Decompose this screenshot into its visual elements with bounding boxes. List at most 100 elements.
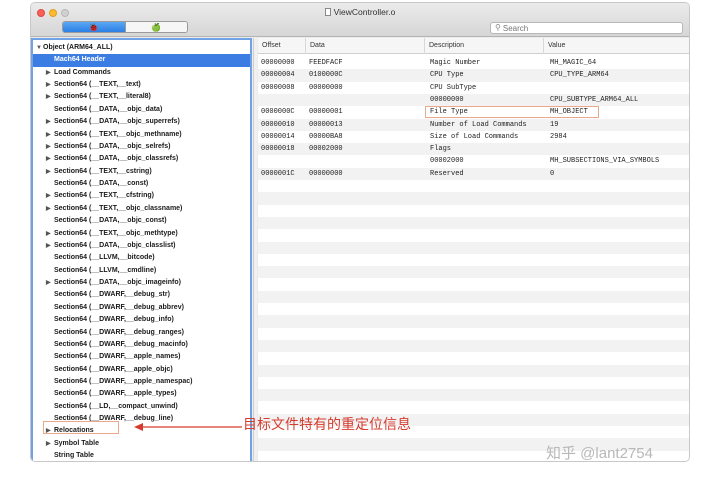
tree-item[interactable]: Section64 (__DWARF,__apple_names) [33,351,250,363]
table-row[interactable]: 00000000 CPU_SUBTYPE_ARM64_ALL [258,93,689,107]
table-cell: 0100000C [309,71,343,80]
apple-icon: 🍏 [151,22,162,32]
tree-item[interactable]: ▶ Section64 (__DATA,__objc_classlist) [33,240,250,252]
disclosure-closed-icon[interactable]: ▶ [46,67,51,79]
table-row[interactable] [258,303,689,315]
tree-item[interactable]: ▶ Section64 (__TEXT,__text) [33,79,250,91]
segment-raw-button[interactable]: 🐞 [63,22,125,32]
tree-item[interactable]: ▶ Section64 (__TEXT,__literal8) [33,91,250,103]
disclosure-open-icon[interactable]: ▼ [36,42,42,54]
table-cell: CPU_SUBTYPE_ARM64_ALL [550,95,639,104]
column-header[interactable]: Description [424,38,543,54]
table-row[interactable] [258,216,689,230]
tree-item[interactable]: Section64 (__DWARF,__debug_abbrev) [33,302,250,314]
tree-item[interactable]: ▶ Load Commands [33,67,250,79]
table-row[interactable] [258,328,689,340]
tree-item[interactable]: Section64 (__DATA,__objc_data) [33,104,250,116]
tree-item[interactable]: ▶ Section64 (__DATA,__objc_selrefs) [33,141,250,153]
table-row[interactable]: 00000010 00000013 Number of Load Commands 1… [258,118,689,131]
disclosure-closed-icon[interactable]: ▶ [46,129,51,141]
tree-item[interactable]: Section64 (__DATA,__objc_const) [33,215,250,227]
table-cell: 00000001 [309,108,343,117]
tree-item[interactable]: Section64 (__LLVM,__bitcode) [33,252,250,264]
tree-item[interactable]: Section64 (__DWARF,__apple_objc) [33,364,250,376]
tree-item[interactable]: String Table [33,450,250,461]
tree-item[interactable]: ▶ Section64 (__DATA,__objc_imageinfo) [33,277,250,289]
tree-item[interactable]: Mach64 Header [33,54,250,67]
tree-item[interactable]: Section64 (__DWARF,__debug_str) [33,289,250,301]
table-row[interactable] [258,315,689,328]
table-row[interactable] [258,364,689,377]
tree-item[interactable]: ▶ Section64 (__TEXT,__cstring) [33,166,250,178]
table-row[interactable] [258,339,689,353]
disclosure-closed-icon[interactable]: ▶ [46,91,51,103]
table-row[interactable] [258,266,689,279]
tree-item[interactable]: Section64 (__DWARF,__debug_macinfo) [33,339,250,351]
tree-item[interactable]: ▶ Section64 (__TEXT,__objc_methtype) [33,228,250,240]
column-header[interactable]: Value [543,38,689,54]
disclosure-closed-icon[interactable]: ▶ [46,240,51,252]
tree-item[interactable]: Section64 (__DWARF,__debug_ranges) [33,327,250,339]
table-row[interactable]: 00000004 0100000C CPU Type CPU_TYPE_ARM64 [258,69,689,82]
tree-item[interactable]: Section64 (__DWARF,__debug_info) [33,314,250,326]
table-row[interactable] [258,278,689,290]
tree-item[interactable]: Section64 (__DATA,__const) [33,178,250,190]
table-row[interactable] [258,180,689,192]
tree-item[interactable]: ▶ Section64 (__TEXT,__objc_classname) [33,203,250,215]
table-cell: 00002000 [430,157,464,166]
disclosure-closed-icon[interactable]: ▶ [46,190,51,202]
column-header[interactable]: Data [305,38,424,54]
search-field[interactable]: ⚲ [490,22,683,34]
tree-item[interactable]: Section64 (__DWARF,__apple_namespac) [33,376,250,388]
disclosure-closed-icon[interactable]: ▶ [46,141,51,153]
tree-item-label: Section64 (__DWARF,__apple_namespac) [54,377,193,385]
table-row[interactable]: 00000000 FEEDFACF Magic Number MH_MAGIC_64 [258,57,689,69]
disclosure-closed-icon[interactable]: ▶ [46,438,51,450]
relocations-highlight-box [43,421,119,434]
split-view-divider[interactable] [253,38,257,461]
table-row[interactable] [258,401,689,413]
table-row[interactable]: 00000008 00000000 CPU SubType [258,82,689,94]
tree-item-label: Section64 (__TEXT,__cfstring) [54,192,154,200]
tree-item[interactable]: Section64 (__DWARF,__apple_types) [33,388,250,400]
tree-item[interactable]: ▶ Section64 (__TEXT,__cfstring) [33,190,250,202]
search-input[interactable] [502,23,653,33]
table-cell: 2984 [550,132,567,141]
disclosure-closed-icon[interactable]: ▶ [46,116,51,128]
tree-item[interactable]: Section64 (__LD,__compact_unwind) [33,401,250,413]
table-row[interactable]: 0000001C 00000000 Reserved 0 [258,167,689,180]
tree-item-label: Section64 (__DWARF,__debug_abbrev) [54,303,184,311]
disclosure-closed-icon[interactable]: ▶ [46,166,51,178]
table-row[interactable] [258,389,689,402]
disclosure-closed-icon[interactable]: ▶ [46,228,51,240]
table-row[interactable] [258,192,689,205]
tree-item-label: Section64 (__LLVM,__bitcode) [54,254,155,262]
table-row[interactable] [258,205,689,217]
disclosure-closed-icon[interactable]: ▶ [46,79,51,91]
disclosure-closed-icon[interactable]: ▶ [46,153,51,165]
tree-item-label: Section64 (__DATA,__objc_classlist) [54,241,176,249]
table-row[interactable] [258,229,689,241]
table-row[interactable] [258,377,689,389]
tree-item[interactable]: ▼ Object (ARM64_ALL) [33,42,250,54]
table-cell: Reserved [430,169,464,178]
column-header[interactable]: Offset [258,38,305,54]
tree-item[interactable]: Section64 (__LLVM,__cmdline) [33,265,250,277]
tree-item[interactable]: ▶ Symbol Table [33,438,250,450]
table-row[interactable] [258,254,689,266]
tree-item[interactable]: ▶ Section64 (__TEXT,__objc_methname) [33,129,250,141]
disclosure-closed-icon[interactable]: ▶ [46,203,51,215]
disclosure-closed-icon[interactable]: ▶ [46,277,51,289]
table-row[interactable] [258,241,689,254]
tree-item-label: Section64 (__DWARF,__apple_types) [54,390,177,398]
tree-item-label: Section64 (__DATA,__objc_superrefs) [54,118,180,126]
table-row[interactable]: 00000018 00002000 Flags [258,143,689,156]
table-row[interactable]: 00000014 00000BA8 Size of Load Commands 298… [258,131,689,143]
tree-item[interactable]: ▶ Section64 (__DATA,__objc_superrefs) [33,116,250,128]
table-row[interactable] [258,352,689,364]
table-row[interactable]: 00002000 MH_SUBSECTIONS_VIA_SYMBOLS [258,155,689,167]
table-row[interactable] [258,290,689,303]
tree-item[interactable]: ▶ Section64 (__DATA,__objc_classrefs) [33,153,250,165]
tree-item-label: Object (ARM64_ALL) [43,44,113,51]
segment-rva-button[interactable]: 🍏 [124,22,187,32]
